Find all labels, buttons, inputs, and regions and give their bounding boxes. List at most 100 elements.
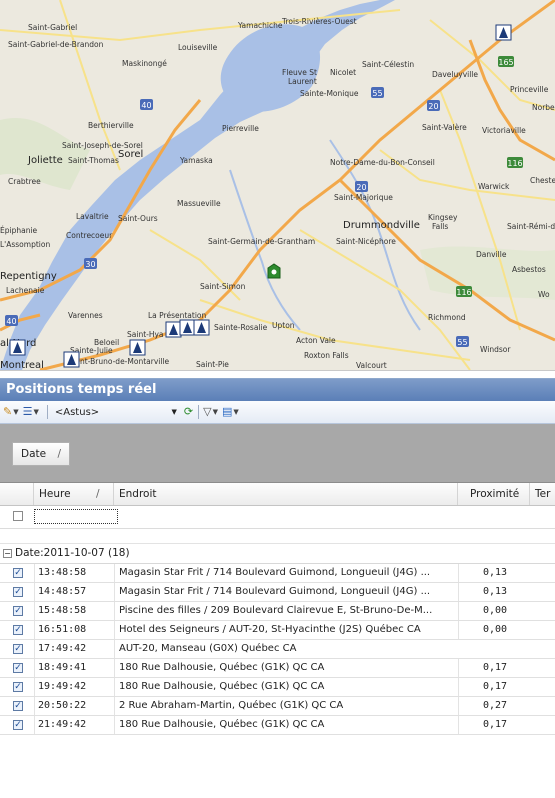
cell-endroit: AUT-20, Manseau (G0X) Québec CA xyxy=(114,640,458,658)
cell-heure: 14:48:57 xyxy=(34,583,118,601)
cell-proximite: 0,27 xyxy=(458,697,530,715)
svg-text:La Présentation: La Présentation xyxy=(148,311,207,320)
svg-text:Massueville: Massueville xyxy=(177,199,221,208)
row-checkbox[interactable]: ✓ xyxy=(13,644,23,654)
row-checkbox[interactable]: ✓ xyxy=(13,682,23,692)
row-checkbox[interactable]: ✓ xyxy=(13,606,23,616)
toolbar-separator xyxy=(46,405,48,419)
column-header-check xyxy=(0,483,34,505)
print-dropdown-arrow-icon[interactable]: ▼ xyxy=(233,408,238,416)
column-header-endroit[interactable]: Endroit xyxy=(114,483,458,505)
svg-text:Saint-Ours: Saint-Ours xyxy=(118,214,158,223)
svg-text:L'Assomption: L'Assomption xyxy=(0,240,50,249)
grid-spacer xyxy=(0,529,555,544)
vehicle-marker-icon[interactable] xyxy=(9,339,26,356)
vehicle-marker-icon[interactable] xyxy=(193,319,210,336)
cell-heure: 13:48:58 xyxy=(34,564,118,582)
cell-heure: 21:49:42 xyxy=(34,716,118,734)
heure-filter-cell[interactable] xyxy=(34,509,118,524)
select-all-checkbox[interactable] xyxy=(13,511,23,521)
table-row[interactable]: ✓ 21:49:42 180 Rue Dalhousie, Québec (G1… xyxy=(0,716,555,735)
svg-text:Wo: Wo xyxy=(538,290,550,299)
cell-endroit: Piscine des filles / 209 Boulevard Clair… xyxy=(114,602,458,620)
group-by-area[interactable]: Date / xyxy=(0,424,555,483)
svg-text:Saint-Hya: Saint-Hya xyxy=(127,330,164,339)
table-row[interactable]: ✓ 15:48:58 Piscine des filles / 209 Boul… xyxy=(0,602,555,621)
row-checkbox[interactable]: ✓ xyxy=(13,625,23,635)
row-checkbox[interactable]: ✓ xyxy=(13,663,23,673)
source-select[interactable]: <Astus> ▼ xyxy=(52,405,180,420)
group-by-label: Date xyxy=(21,448,47,460)
row-checkbox[interactable]: ✓ xyxy=(13,720,23,730)
print-icon[interactable]: ▤ xyxy=(222,404,232,420)
svg-text:Roxton Falls: Roxton Falls xyxy=(304,351,349,360)
edit-dropdown-arrow-icon[interactable]: ▼ xyxy=(13,408,18,416)
cell-proximite: 0,13 xyxy=(458,564,530,582)
table-row[interactable]: ✓ 13:48:58 Magasin Star Frit / 714 Boule… xyxy=(0,564,555,583)
row-checkbox[interactable]: ✓ xyxy=(13,587,23,597)
table-row[interactable]: ✓ 18:49:41 180 Rue Dalhousie, Québec (G1… xyxy=(0,659,555,678)
svg-text:55: 55 xyxy=(457,338,467,347)
filter-icon[interactable]: ▽ xyxy=(203,404,211,420)
svg-text:Saint-Célestin: Saint-Célestin xyxy=(362,60,414,69)
list-icon[interactable]: ☰ xyxy=(23,404,33,420)
cell-heure: 19:49:42 xyxy=(34,678,118,696)
table-row[interactable]: ✓ 19:49:42 180 Rue Dalhousie, Québec (G1… xyxy=(0,678,555,697)
cell-endroit: 180 Rue Dalhousie, Québec (G1K) QC CA xyxy=(114,716,458,734)
svg-text:Épiphanie: Épiphanie xyxy=(0,226,38,235)
svg-text:Danville: Danville xyxy=(476,250,507,259)
svg-text:Nicolet: Nicolet xyxy=(330,68,356,77)
group-row-date[interactable]: − Date:2011-10-07 (18) xyxy=(0,544,555,564)
position-rows: ✓ 13:48:58 Magasin Star Frit / 714 Boule… xyxy=(0,564,555,735)
cell-endroit: Magasin Star Frit / 714 Boulevard Guimon… xyxy=(114,564,458,582)
row-checkbox[interactable]: ✓ xyxy=(13,568,23,578)
svg-text:Saint-Gabriel-de-Brandon: Saint-Gabriel-de-Brandon xyxy=(8,40,104,49)
vehicle-marker-icon[interactable] xyxy=(495,24,512,41)
svg-text:Norber: Norber xyxy=(532,103,555,112)
svg-text:Sainte-Monique: Sainte-Monique xyxy=(300,89,359,98)
cell-endroit: 180 Rue Dalhousie, Québec (G1K) QC CA xyxy=(114,678,458,696)
map-view[interactable]: 165 40 55 20 116 20 30 116 40 55 Saint-G… xyxy=(0,0,555,371)
collapse-toggle-icon[interactable]: − xyxy=(3,549,12,558)
cell-endroit: Hotel des Seigneurs / AUT-20, St-Hyacint… xyxy=(114,621,458,639)
cell-heure: 16:51:08 xyxy=(34,621,118,639)
group-row-label: Date:2011-10-07 (18) xyxy=(15,547,130,559)
cell-proximite: 0,17 xyxy=(458,659,530,677)
column-header-proximite[interactable]: Proximité xyxy=(458,483,530,505)
filter-row xyxy=(0,506,555,529)
table-row[interactable]: ✓ 20:50:22 2 Rue Abraham-Martin, Québec … xyxy=(0,697,555,716)
svg-text:Saint-Valère: Saint-Valère xyxy=(422,123,467,132)
vehicle-marker-icon[interactable] xyxy=(129,339,146,356)
row-checkbox[interactable]: ✓ xyxy=(13,701,23,711)
column-header-heure[interactable]: Heure / xyxy=(34,483,114,505)
svg-text:Crabtree: Crabtree xyxy=(8,177,41,186)
column-header-proximite-label: Proximité xyxy=(470,488,520,500)
sort-indicator-icon: / xyxy=(57,448,61,460)
svg-text:Saint-Simon: Saint-Simon xyxy=(200,282,246,291)
vehicle-marker-icon[interactable] xyxy=(179,319,196,336)
list-dropdown-arrow-icon[interactable]: ▼ xyxy=(33,408,38,416)
group-by-date-chip[interactable]: Date / xyxy=(12,442,70,466)
vehicle-marker-icon[interactable] xyxy=(63,351,80,368)
svg-text:165: 165 xyxy=(498,58,513,67)
vehicle-marker-icon[interactable] xyxy=(165,321,182,338)
svg-text:Beloeil: Beloeil xyxy=(94,338,119,347)
panel-toolbar: ✎ ▼ ☰ ▼ <Astus> ▼ ⟳ ▽ ▼ ▤ ▼ xyxy=(0,401,555,424)
table-row[interactable]: ✓ 16:51:08 Hotel des Seigneurs / AUT-20,… xyxy=(0,621,555,640)
svg-text:Lachenaie: Lachenaie xyxy=(6,286,45,295)
svg-text:Warwick: Warwick xyxy=(478,182,510,191)
table-row[interactable]: ✓ 14:48:57 Magasin Star Frit / 714 Boule… xyxy=(0,583,555,602)
filter-dropdown-arrow-icon[interactable]: ▼ xyxy=(213,408,218,416)
map-canvas[interactable]: 165 40 55 20 116 20 30 116 40 55 Saint-G… xyxy=(0,0,555,370)
edit-icon[interactable]: ✎ xyxy=(3,404,12,420)
svg-text:55: 55 xyxy=(372,89,382,98)
refresh-icon[interactable]: ⟳ xyxy=(184,404,193,420)
column-header-te[interactable]: Ter xyxy=(530,483,555,505)
svg-text:116: 116 xyxy=(456,288,471,297)
cell-endroit: Magasin Star Frit / 714 Boulevard Guimon… xyxy=(114,583,458,601)
svg-text:Upton: Upton xyxy=(272,321,295,330)
table-row[interactable]: ✓ 17:49:42 AUT-20, Manseau (G0X) Québec … xyxy=(0,640,555,659)
svg-text:20: 20 xyxy=(428,102,438,111)
svg-text:Saint-Pie: Saint-Pie xyxy=(196,360,229,369)
sort-indicator-icon: / xyxy=(96,488,100,500)
